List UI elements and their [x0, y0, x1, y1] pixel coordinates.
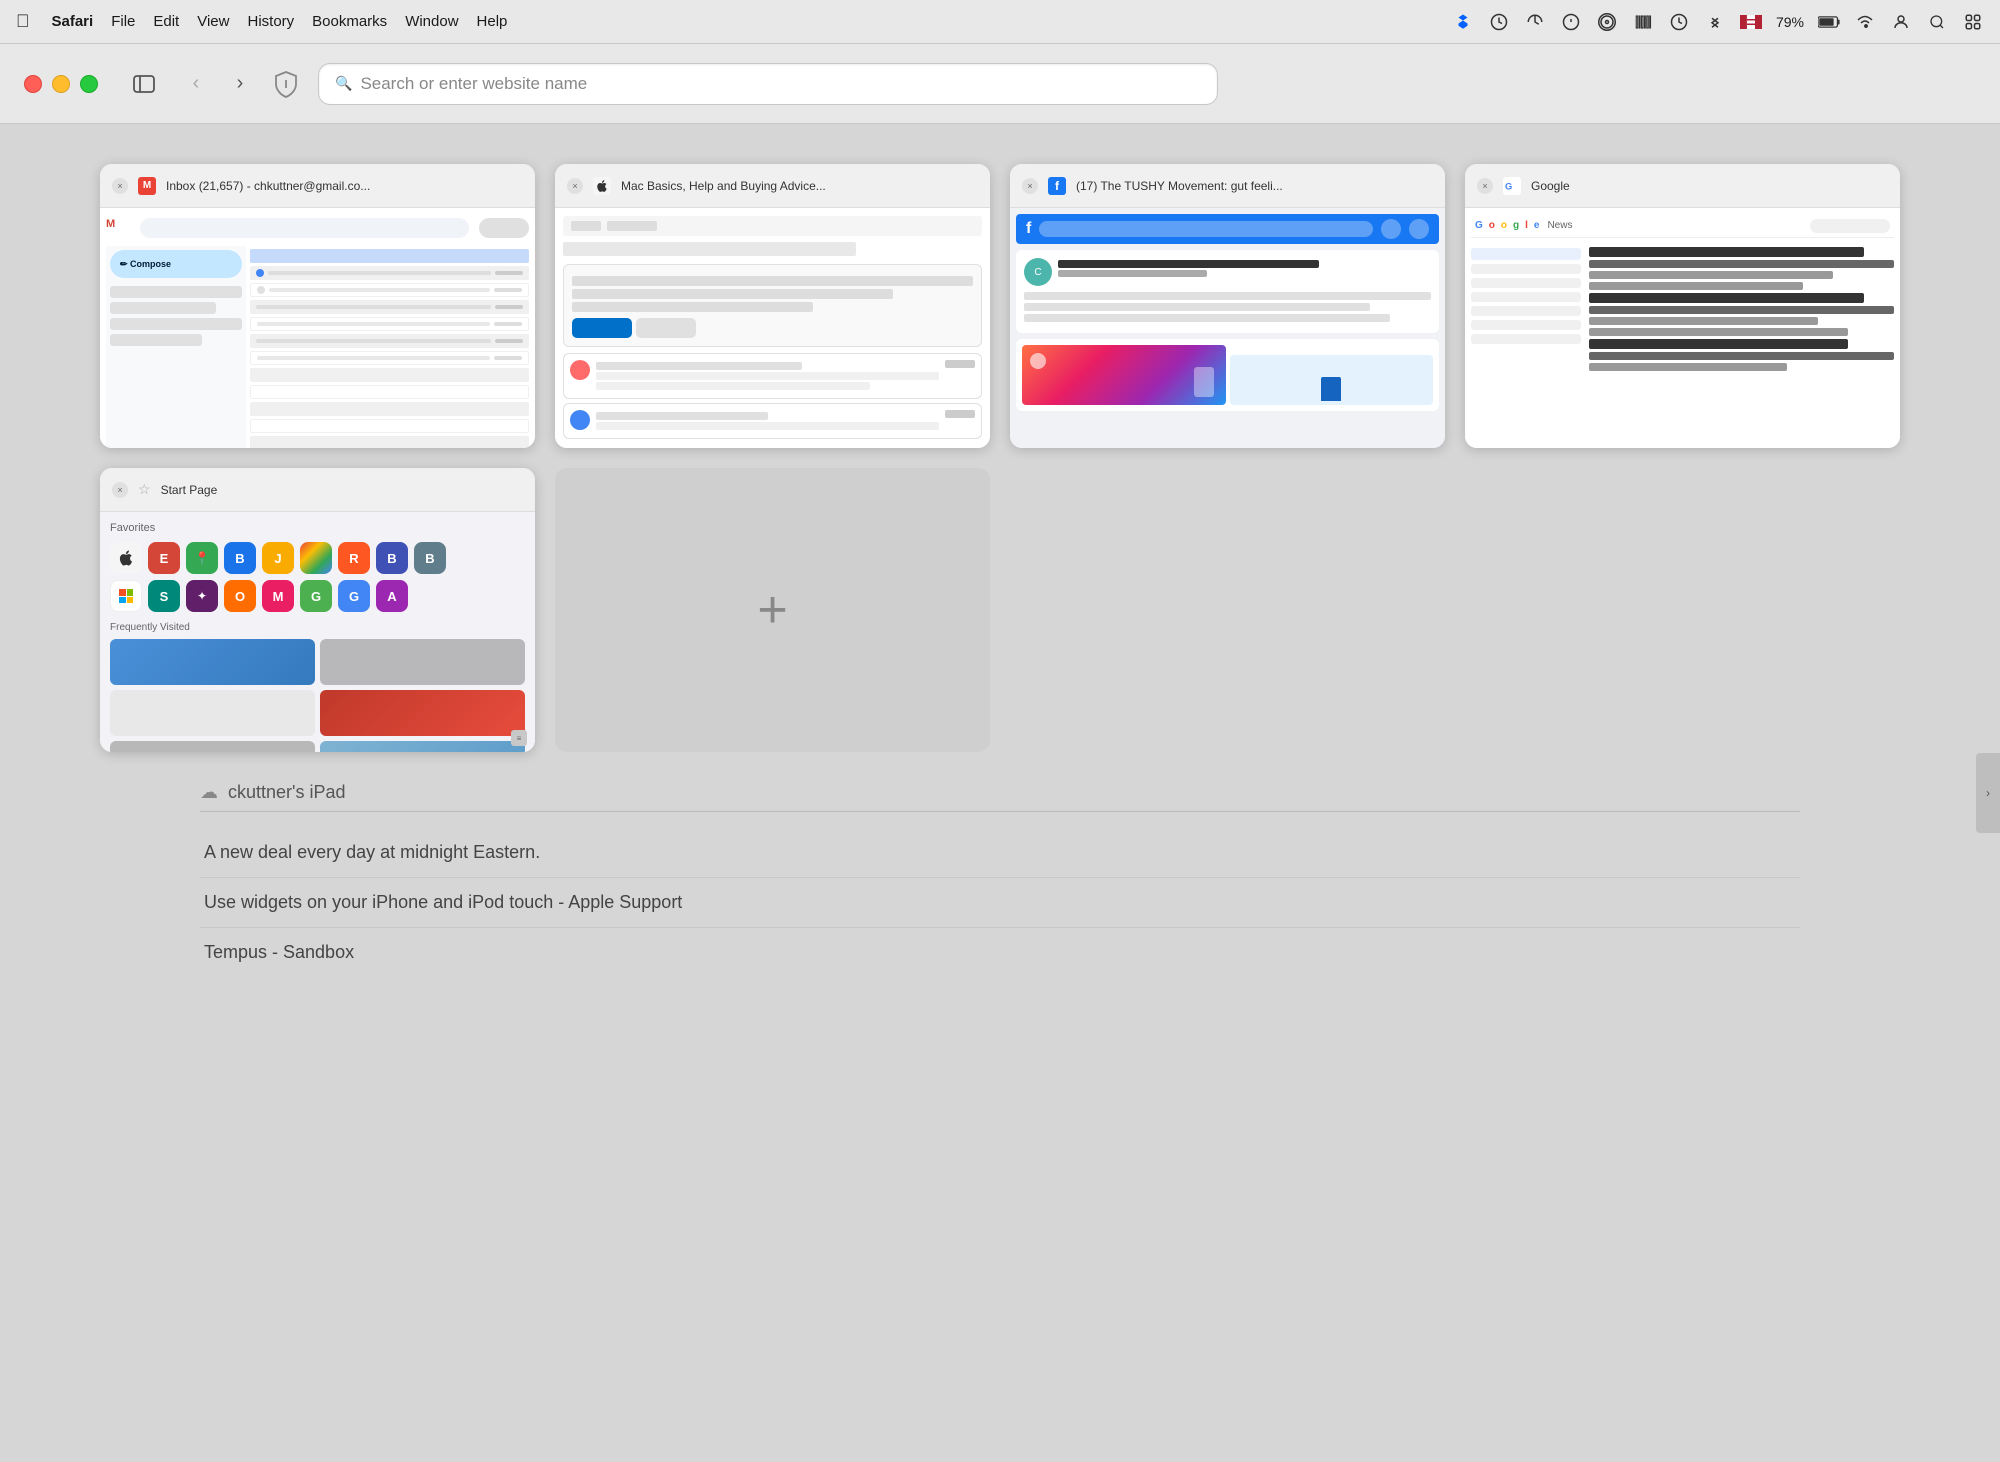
traffic-lights [24, 75, 98, 93]
tab-content-startpage: Favorites E 📍 B J [100, 512, 535, 752]
startpage-freq-grid [110, 639, 525, 752]
tab-card-startpage[interactable]: × ☆ Start Page Favorites E 📍 B [100, 468, 535, 752]
startpage-freq-6 [320, 741, 525, 752]
icloud-history-link-2: Tempus - Sandbox [204, 942, 354, 962]
startpage-freq-3 [110, 690, 315, 736]
icloud-history-item-0[interactable]: A new deal every day at midnight Eastern… [200, 828, 1800, 878]
startpage-favorites-label: Favorites [110, 522, 525, 534]
menu-window[interactable]: Window [405, 13, 458, 30]
menu-bookmarks[interactable]: Bookmarks [312, 13, 387, 30]
tab-card-header-googlenews: × G Google [1465, 164, 1900, 208]
menu-view[interactable]: View [197, 13, 229, 30]
apple-menu[interactable]:  [16, 11, 30, 32]
fullscreen-button[interactable] [80, 75, 98, 93]
flag-icon[interactable] [1740, 11, 1762, 33]
tab-favicon-googlenews: G [1503, 177, 1521, 195]
avatar-icon[interactable] [1890, 11, 1912, 33]
icon-5[interactable] [1596, 11, 1618, 33]
forward-button[interactable]: › [226, 70, 254, 98]
icon-barcode[interactable] [1632, 11, 1654, 33]
tab-grid: × M Inbox (21,657) - chkuttner@gmail.co.… [100, 164, 1900, 752]
startpage-favorites-row2: S ✦ O M G G A [110, 580, 525, 612]
icloud-device-name: ckuttner's iPad [228, 782, 346, 803]
startpage-freq-1 [110, 639, 315, 685]
tab-card-header-facebook: × f (17) The TUSHY Movement: gut feeli..… [1010, 164, 1445, 208]
battery-icon [1818, 11, 1840, 33]
dropbox-icon[interactable] [1452, 11, 1474, 33]
tab-favicon-macbasics [593, 177, 611, 195]
menu-safari[interactable]: Safari [52, 13, 94, 30]
menu-bar-right: 79% [1452, 11, 1984, 33]
scroll-right-indicator[interactable]: › [1976, 753, 2000, 833]
menu-bar:  Safari File Edit View History Bookmark… [0, 0, 2000, 44]
tab-close-macbasics[interactable]: × [567, 178, 583, 194]
icloud-history-list: A new deal every day at midnight Eastern… [200, 828, 1800, 977]
startpage-freq-2 [320, 639, 525, 685]
tab-favicon-facebook: f [1048, 177, 1066, 195]
icloud-cloud-icon: ☁ [200, 782, 218, 803]
icon-3[interactable] [1524, 11, 1546, 33]
tab-favicon-gmail: M [138, 177, 156, 195]
wifi-icon[interactable] [1854, 11, 1876, 33]
control-center-icon[interactable] [1962, 11, 1984, 33]
minimize-button[interactable] [52, 75, 70, 93]
address-bar[interactable]: 🔍 Search or enter website name [318, 63, 1218, 105]
time-machine-icon[interactable] [1668, 11, 1690, 33]
bluetooth-icon[interactable] [1704, 11, 1726, 33]
main-content: › × M Inbox (21,657) - chkuttner@gmail.c… [0, 124, 2000, 1462]
startpage-freq-5 [110, 741, 315, 752]
new-tab-plus-icon: + [757, 584, 787, 636]
tab-content-gmail: M ✏ Compose [100, 208, 535, 448]
tab-close-gmail[interactable]: × [112, 178, 128, 194]
close-button[interactable] [24, 75, 42, 93]
tab-card-googlenews[interactable]: × G Google G o o g l e News [1465, 164, 1900, 448]
new-tab-card[interactable]: + [555, 468, 990, 752]
tab-content-macbasics [555, 208, 990, 448]
startpage-frequently-visited-label: Frequently Visited [110, 622, 525, 633]
gmail-search-sim [140, 218, 469, 238]
tab-card-gmail[interactable]: × M Inbox (21,657) - chkuttner@gmail.co.… [100, 164, 535, 448]
icon-2[interactable] [1488, 11, 1510, 33]
menu-help[interactable]: Help [477, 13, 508, 30]
icloud-history-item-1[interactable]: Use widgets on your iPhone and iPod touc… [200, 878, 1800, 928]
menu-file[interactable]: File [111, 13, 135, 30]
icloud-section: ☁ ckuttner's iPad A new deal every day a… [200, 782, 1800, 977]
startpage-star-icon: ☆ [138, 481, 151, 498]
toolbar: ‹ › 🔍 Search or enter website name [0, 44, 2000, 124]
tab-card-header-startpage: × ☆ Start Page [100, 468, 535, 512]
search-icon[interactable] [1926, 11, 1948, 33]
gmail-header-sim: M [106, 214, 529, 242]
gmail-logo-sim: M [106, 218, 134, 238]
tab-title-facebook: (17) The TUSHY Movement: gut feeli... [1076, 179, 1433, 193]
icloud-header: ☁ ckuttner's iPad [200, 782, 1800, 812]
tab-card-macbasics[interactable]: × Mac Basics, Help and Buying Advice... [555, 164, 990, 448]
tab-content-facebook: f C [1010, 208, 1445, 448]
tab-card-header-gmail: × M Inbox (21,657) - chkuttner@gmail.co.… [100, 164, 535, 208]
icloud-history-link-1: Use widgets on your iPhone and iPod touc… [204, 892, 682, 912]
startpage-favorites-row: E 📍 B J R B B [110, 542, 525, 574]
startpage-freq-4 [320, 690, 525, 736]
privacy-shield-icon[interactable] [270, 68, 302, 100]
sidebar-toggle-button[interactable] [130, 70, 158, 98]
tab-content-googlenews: G o o g l e News [1465, 208, 1900, 448]
address-bar-placeholder: Search or enter website name [360, 74, 1201, 94]
tab-title-startpage: Start Page [161, 483, 523, 497]
back-button[interactable]: ‹ [182, 70, 210, 98]
icloud-history-link-0: A new deal every day at midnight Eastern… [204, 842, 540, 862]
address-search-icon: 🔍 [335, 75, 352, 92]
tab-card-facebook[interactable]: × f (17) The TUSHY Movement: gut feeli..… [1010, 164, 1445, 448]
tab-close-facebook[interactable]: × [1022, 178, 1038, 194]
tab-title-macbasics: Mac Basics, Help and Buying Advice... [621, 179, 978, 193]
icloud-history-item-2[interactable]: Tempus - Sandbox [200, 928, 1800, 977]
menu-edit[interactable]: Edit [153, 13, 179, 30]
battery-status: 79% [1776, 14, 1804, 30]
tab-close-googlenews[interactable]: × [1477, 178, 1493, 194]
svg-text:G: G [1505, 181, 1512, 191]
tab-title-gmail: Inbox (21,657) - chkuttner@gmail.co... [166, 179, 523, 193]
tab-close-startpage[interactable]: × [112, 482, 128, 498]
tab-title-googlenews: Google [1531, 179, 1888, 193]
tab-card-header-macbasics: × Mac Basics, Help and Buying Advice... [555, 164, 990, 208]
menu-history[interactable]: History [247, 13, 294, 30]
icon-4[interactable] [1560, 11, 1582, 33]
